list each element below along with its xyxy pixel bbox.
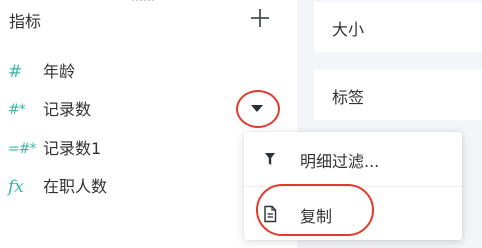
calculated-hash-icon: #* xyxy=(8,102,26,118)
tag-slot[interactable]: 标签 xyxy=(314,70,482,120)
field-dropdown-button[interactable] xyxy=(236,90,280,128)
menu-item-detail-filter[interactable]: 明细过滤... xyxy=(244,134,462,184)
resize-handle[interactable] xyxy=(132,0,154,4)
slot-label: 大小 xyxy=(332,20,365,39)
field-context-menu: 明细过滤... 复制 xyxy=(244,132,462,240)
filter-icon xyxy=(265,153,275,165)
size-slot[interactable]: 大小 xyxy=(314,2,482,52)
menu-item-label: 复制 xyxy=(300,207,333,226)
field-label: 年龄 xyxy=(43,62,76,81)
numeric-hash-icon: # xyxy=(8,62,23,82)
sidebar-title: 指标 xyxy=(9,12,42,31)
menu-item-copy[interactable]: 复制 xyxy=(244,189,462,239)
menu-divider xyxy=(244,186,462,187)
slot-label: 标签 xyxy=(332,88,365,107)
copy-document-icon xyxy=(264,205,277,223)
caret-down-icon xyxy=(251,105,263,112)
field-label: 在职人数 xyxy=(43,177,108,196)
menu-item-label: 明细过滤... xyxy=(300,152,380,171)
field-item-age[interactable]: # 年龄 xyxy=(0,57,296,87)
formula-icon: fx xyxy=(8,177,24,197)
field-label: 记录数 xyxy=(43,100,92,119)
add-field-button[interactable] xyxy=(248,6,272,30)
field-label: 记录数1 xyxy=(43,139,102,158)
plus-icon xyxy=(251,9,269,27)
derived-hash-icon: =#* xyxy=(8,141,36,157)
